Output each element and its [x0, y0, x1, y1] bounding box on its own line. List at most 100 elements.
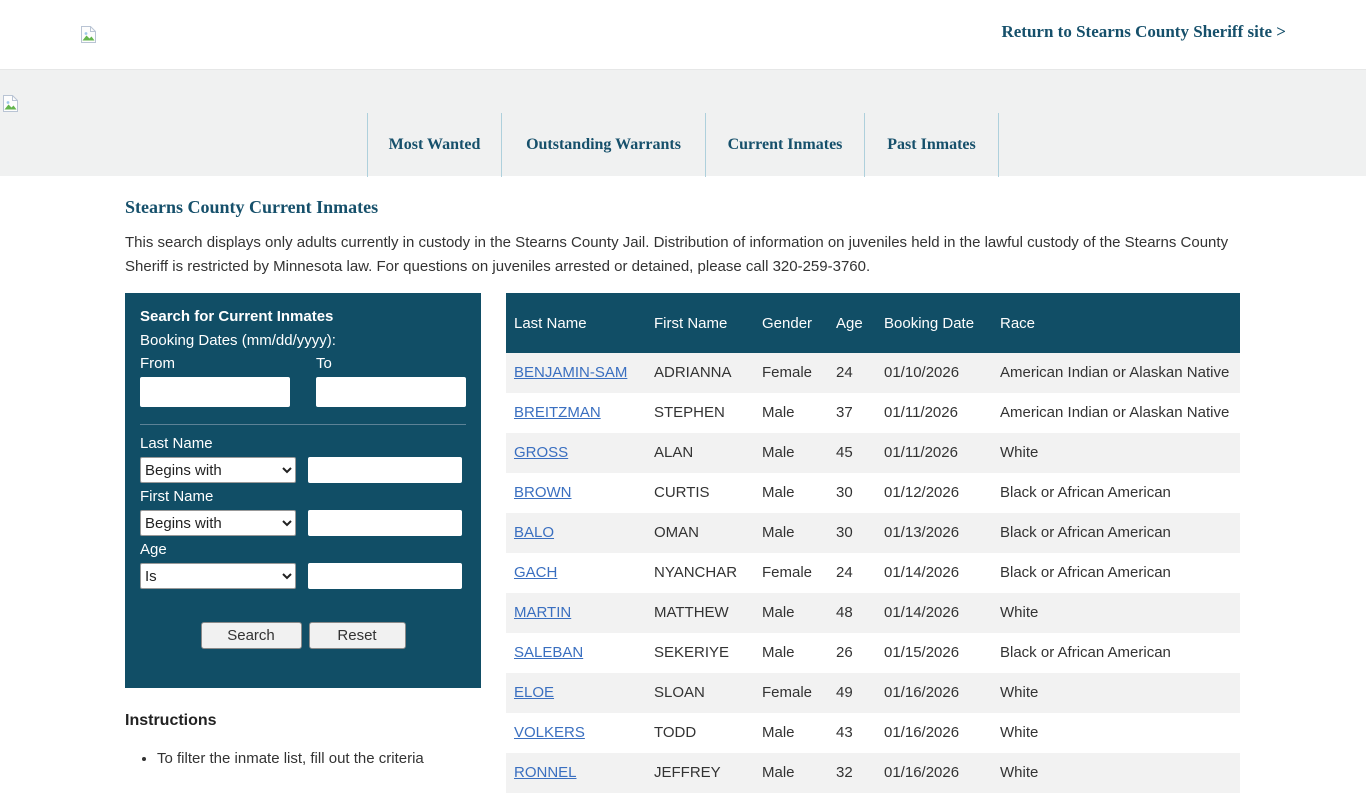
last-name-link[interactable]: GROSS: [514, 444, 568, 461]
age-label: Age: [140, 541, 167, 558]
table-row: BALO OMAN Male 30 01/13/2026 Black or African…: [506, 513, 1240, 553]
race-cell: Black or African American: [1000, 644, 1171, 661]
last-name-link[interactable]: GACH: [514, 564, 557, 581]
age-input[interactable]: [308, 563, 462, 589]
search-button[interactable]: Search: [200, 622, 302, 649]
first-name-cell: CURTIS: [654, 484, 710, 501]
age-cell: 45: [836, 444, 853, 461]
reset-button[interactable]: Reset: [308, 622, 406, 649]
table-row: SALEBAN SEKERIYE Male 26 01/15/2026 Black or …: [506, 633, 1240, 673]
top-header: Return to Stearns County Sheriff site >: [0, 0, 1366, 69]
gender-cell: Male: [762, 524, 795, 541]
table-row: BREITZMAN STEPHEN Male 37 01/11/2026 American…: [506, 393, 1240, 433]
first-name-cell: SEKERIYE: [654, 644, 730, 661]
last-name-cell: BROWN: [506, 473, 646, 513]
nav-tab-past-inmates[interactable]: Past Inmates: [864, 113, 999, 177]
age-cell: 24: [836, 364, 853, 381]
nav-tab-current-inmates[interactable]: Current Inmates: [705, 113, 864, 177]
age-cell: 30: [836, 524, 853, 541]
last-name-link[interactable]: SALEBAN: [514, 644, 583, 661]
instructions-list: To filter the inmate list, fill out the …: [157, 748, 485, 770]
booking-date-cell: 01/10/2026: [884, 364, 960, 381]
race-cell: American Indian or Alaskan Native: [1000, 364, 1230, 381]
race-cell: White: [1000, 724, 1039, 741]
gender-cell: Male: [762, 764, 795, 781]
panel-divider: [140, 424, 466, 425]
to-date-label: To: [316, 355, 332, 372]
last-name-link[interactable]: MARTIN: [514, 604, 571, 621]
instructions-section: Instructions To filter the inmate list, …: [125, 712, 485, 770]
booking-date-cell: 01/14/2026: [884, 604, 960, 621]
age-cell: 37: [836, 404, 853, 421]
last-name-cell: GROSS: [506, 433, 646, 473]
race-cell: Black or African American: [1000, 564, 1171, 581]
age-cell: 49: [836, 684, 853, 701]
race-cell: American Indian or Alaskan Native: [1000, 404, 1230, 421]
inmate-table-body: BENJAMIN-SAM ADRIANNA Female 24 01/10/2026 Am…: [506, 353, 1240, 793]
first-name-cell: MATTHEW: [654, 604, 729, 621]
race-cell: White: [1000, 764, 1039, 781]
first-name-cell: STEPHEN: [654, 404, 725, 421]
booking-date-cell: 01/15/2026: [884, 644, 960, 661]
table-row: BENJAMIN-SAM ADRIANNA Female 24 01/10/2026 Am…: [506, 353, 1240, 393]
gender-cell: Male: [762, 444, 795, 461]
column-header-age: Age: [828, 293, 876, 353]
last-name-link[interactable]: RONNEL: [514, 764, 577, 781]
booking-date-cell: 01/16/2026: [884, 684, 960, 701]
nav-band: Most Wanted Outstanding Warrants Current I…: [0, 69, 1366, 177]
search-panel: Search for Current Inmates Booking Dates…: [125, 293, 481, 688]
last-name-link[interactable]: BALO: [514, 524, 554, 541]
booking-date-cell: 01/14/2026: [884, 564, 960, 581]
booking-date-cell: 01/11/2026: [884, 444, 958, 461]
gender-cell: Male: [762, 484, 795, 501]
first-name-input[interactable]: [308, 510, 462, 536]
last-name-input[interactable]: [308, 457, 462, 483]
column-header-race: Race: [992, 293, 1240, 353]
age-cell: 32: [836, 764, 853, 781]
race-cell: Black or African American: [1000, 524, 1171, 541]
last-name-link[interactable]: BREITZMAN: [514, 404, 601, 421]
age-operator-select[interactable]: Is: [140, 563, 296, 589]
first-name-cell: SLOAN: [654, 684, 705, 701]
first-name-cell: ADRIANNA: [654, 364, 732, 381]
last-name-link[interactable]: VOLKERS: [514, 724, 585, 741]
main-nav: Most Wanted Outstanding Warrants Current I…: [367, 113, 999, 177]
last-name-link[interactable]: ELOE: [514, 684, 554, 701]
instruction-item: To filter the inmate list, fill out the …: [157, 748, 485, 770]
page-description: This search displays only adults current…: [125, 234, 1229, 275]
to-date-input[interactable]: [316, 377, 466, 407]
broken-image-icon: [81, 26, 96, 43]
last-name-cell: SALEBAN: [506, 633, 646, 673]
race-cell: White: [1000, 444, 1039, 461]
first-name-label: First Name: [140, 488, 214, 505]
page-title: Stearns County Current Inmates: [125, 197, 379, 217]
first-name-cell: NYANCHAR: [654, 564, 738, 581]
gender-cell: Male: [762, 724, 795, 741]
first-name-cell: TODD: [654, 724, 697, 741]
last-name-cell: GACH: [506, 553, 646, 593]
last-name-cell: BALO: [506, 513, 646, 553]
table-row: VOLKERS TODD Male 43 01/16/2026 White: [506, 713, 1240, 753]
table-header-row: Last Name First Name Gender Age Booking Date…: [506, 293, 1240, 353]
table-row: RONNEL JEFFREY Male 32 01/16/2026 White: [506, 753, 1240, 793]
from-date-input[interactable]: [140, 377, 290, 407]
last-name-cell: BREITZMAN: [506, 393, 646, 433]
last-name-operator-select[interactable]: Begins with: [140, 457, 296, 483]
column-header-first-name: First Name: [646, 293, 754, 353]
broken-image-icon-logo: [3, 95, 18, 112]
last-name-cell: ELOE: [506, 673, 646, 713]
nav-tab-outstanding-warrants[interactable]: Outstanding Warrants: [501, 113, 705, 177]
return-to-sheriff-site-link[interactable]: Return to Stearns County Sheriff site >: [1001, 22, 1286, 42]
last-name-cell: MARTIN: [506, 593, 646, 633]
last-name-link[interactable]: BENJAMIN-SAM: [514, 364, 627, 381]
last-name-link[interactable]: BROWN: [514, 484, 572, 501]
last-name-cell: RONNEL: [506, 753, 646, 793]
race-cell: White: [1000, 684, 1039, 701]
first-name-operator-select[interactable]: Begins with: [140, 510, 296, 536]
nav-tab-most-wanted[interactable]: Most Wanted: [367, 113, 501, 177]
booking-date-cell: 01/16/2026: [884, 764, 960, 781]
age-cell: 30: [836, 484, 853, 501]
column-header-last-name: Last Name: [506, 293, 646, 353]
booking-date-cell: 01/12/2026: [884, 484, 960, 501]
first-name-cell: ALAN: [654, 444, 694, 461]
